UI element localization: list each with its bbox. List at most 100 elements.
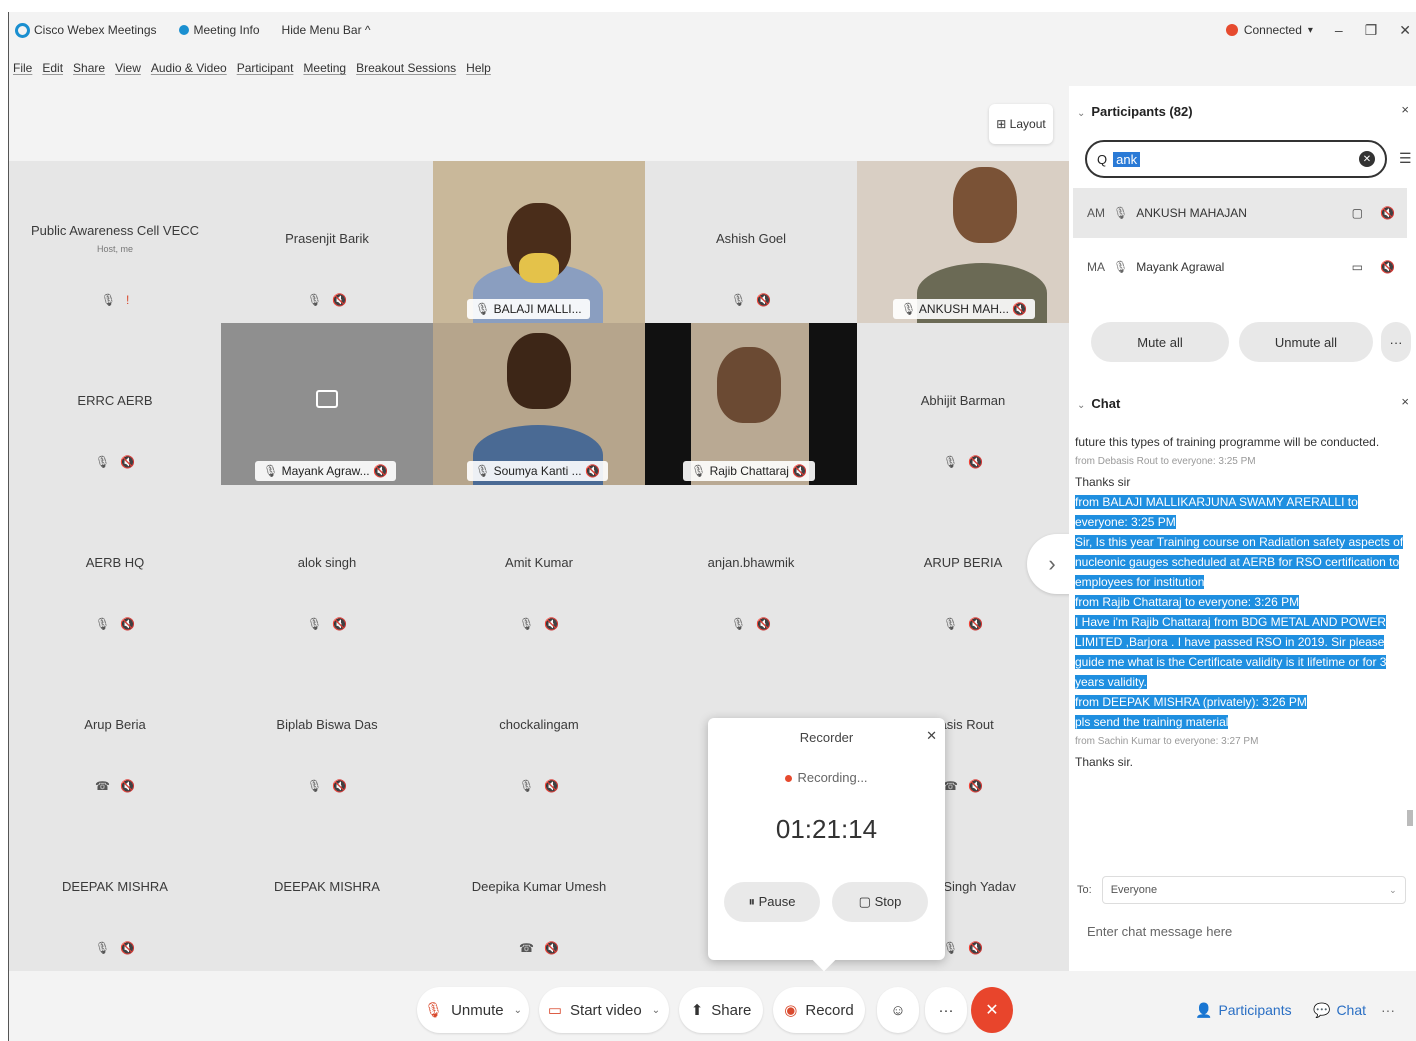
share-button[interactable]: ⬆ Share	[679, 987, 763, 1033]
microphone-icon: 🎙	[730, 293, 747, 307]
microphone-icon: 🎙	[306, 617, 323, 631]
menu-breakout-sessions[interactable]: Breakout Sessions	[356, 61, 456, 75]
muted-icon: 🔇	[756, 617, 772, 631]
stop-recording-button[interactable]: ▢ Stop	[832, 882, 928, 922]
recording-status: Recording...	[708, 770, 945, 785]
participants-panel-button[interactable]: 👤 Participants	[1195, 987, 1292, 1033]
close-window-button[interactable]: ✕	[1399, 22, 1411, 39]
participant-tile[interactable]: alok singh 🎙 🔇	[221, 485, 433, 647]
participant-camera-off-tile[interactable]: 🎙 Mayank Agraw... 🔇	[221, 323, 433, 485]
muted-icon: 🔇	[120, 779, 135, 793]
menu-view[interactable]: View	[115, 61, 141, 75]
participant-tile[interactable]: Prasenjit Barik 🎙 🔇	[221, 161, 433, 323]
unmute-all-button[interactable]: Unmute all	[1239, 322, 1373, 362]
more-options-button[interactable]: ···	[925, 987, 967, 1033]
participant-tile[interactable]: Ashish Goel 🎙 🔇	[645, 161, 857, 323]
participant-video-tile[interactable]: 🎙 Rajib Chattaraj 🔇	[645, 323, 857, 485]
participants-more-button[interactable]: ···	[1381, 322, 1411, 362]
restore-button[interactable]: ❐	[1365, 22, 1378, 39]
muted-icon[interactable]: 🔇	[1380, 206, 1395, 220]
close-icon: ✕	[985, 1002, 999, 1019]
menu-help[interactable]: Help	[466, 61, 491, 75]
participant-name: Deepika Kumar Umesh	[471, 878, 607, 894]
menu-file[interactable]: File	[13, 61, 32, 75]
close-participants-button[interactable]: ×	[1401, 102, 1409, 117]
info-icon	[178, 25, 189, 35]
menu-audio-video[interactable]: Audio & Video	[151, 61, 227, 75]
app-title: Cisco Webex Meetings	[15, 22, 157, 38]
menu-share[interactable]: Share	[73, 61, 105, 75]
hide-menu-bar-label: Hide Menu Bar ^	[281, 23, 371, 37]
recipient-select[interactable]: Everyone ⌄	[1101, 876, 1406, 904]
app-name: Cisco Webex Meetings	[34, 23, 157, 37]
participants-header[interactable]: ⌄ Participants (82)	[1077, 104, 1193, 119]
phone-icon: 🎙	[691, 464, 707, 478]
chevron-down-icon[interactable]: ⌄	[514, 1005, 522, 1016]
meeting-info-button[interactable]: Meeting Info	[178, 23, 260, 37]
microphone-icon: 🎙	[942, 617, 959, 631]
participant-name: Public Awareness Cell VECC	[30, 222, 200, 238]
participant-tile[interactable]: Public Awareness Cell VECC Host, me 🎙!	[9, 161, 221, 323]
connection-status[interactable]: Connected	[1244, 23, 1302, 37]
participant-tile[interactable]: Amit Kumar 🎙 🔇	[433, 485, 645, 647]
participant-tile[interactable]: chockalingam 🎙 🔇	[433, 647, 645, 809]
chat-panel-button[interactable]: 💬 Chat	[1313, 987, 1366, 1033]
chat-scrollbar[interactable]	[1407, 432, 1413, 852]
participant-tile[interactable]: Arup Beria ☎ 🔇	[9, 647, 221, 809]
menu-edit[interactable]: Edit	[42, 61, 63, 75]
recording-dot-icon	[785, 775, 793, 783]
menu-meeting[interactable]: Meeting	[303, 61, 346, 75]
participant-row[interactable]: AM 🎙 ANKUSH MAHAJAN ▢ 🔇	[1073, 188, 1407, 238]
participant-tile[interactable]: Abhijit Barman 🎙 🔇	[857, 323, 1069, 485]
leave-meeting-button[interactable]: ✕	[971, 987, 1013, 1033]
participant-tile[interactable]: DEEPAK MISHRA 🎙 🔇	[9, 809, 221, 971]
chat-header[interactable]: ⌄ Chat	[1077, 396, 1120, 411]
person-icon: 👤	[1195, 1001, 1213, 1018]
video-icon[interactable]: ▭	[1352, 260, 1363, 274]
hide-menu-bar-button[interactable]: Hide Menu Bar ^	[282, 23, 371, 37]
muted-icon[interactable]: 🔇	[1380, 260, 1395, 274]
participant-tile[interactable]: Biplab Biswa Das 🎙 🔇	[221, 647, 433, 809]
participant-name: anjan.bhawmik	[707, 554, 795, 570]
minimize-button[interactable]: –	[1335, 22, 1343, 38]
record-button[interactable]: ◉ Record	[773, 987, 865, 1033]
camera-icon[interactable]: ▢	[1352, 206, 1363, 220]
chevron-down-icon: ⌄	[1077, 108, 1086, 119]
microphone-icon: 🎙	[100, 293, 116, 307]
participant-tile[interactable]: ERRC AERB 🎙 🔇	[9, 323, 221, 485]
reactions-button[interactable]: ☺	[877, 987, 919, 1033]
pause-recording-button[interactable]: ⏸ Pause	[724, 882, 820, 922]
muted-icon: 🔇	[544, 779, 560, 793]
start-video-button[interactable]: ▭ Start video ⌄	[539, 987, 669, 1033]
participant-video-tile[interactable]: 🎙 Soumya Kanti ... 🔇	[433, 323, 645, 485]
menu-participant[interactable]: Participant	[237, 61, 294, 75]
layout-button[interactable]: ⊞ Layout	[989, 104, 1053, 144]
phone-icon: ☎	[95, 779, 110, 793]
muted-icon: 🔇	[332, 779, 348, 793]
participant-search-input[interactable]: Q ank ✕	[1085, 140, 1387, 178]
participant-name: Prasenjit Barik	[285, 230, 369, 246]
sort-icon[interactable]: ☰	[1399, 150, 1412, 167]
unmute-button[interactable]: 🎙 Unmute ⌄	[417, 987, 529, 1033]
participant-tile[interactable]: DEEPAK MISHRA	[221, 809, 433, 971]
participant-video-tile[interactable]: 🎙 BALAJI MALLI...	[433, 161, 645, 323]
chevron-down-icon[interactable]: ▾	[1308, 25, 1313, 36]
participant-name: Arup Beria	[84, 716, 146, 732]
video-name-label: 🎙 Mayank Agraw... 🔇	[255, 461, 396, 481]
scrollbar-thumb[interactable]	[1407, 810, 1413, 826]
participant-tile[interactable]: AERB HQ 🎙 🔇	[9, 485, 221, 647]
panels-more-button[interactable]: ···	[1381, 987, 1395, 1033]
mute-all-button[interactable]: Mute all	[1091, 322, 1229, 362]
recorder-close-button[interactable]: ✕	[926, 728, 937, 744]
participant-video-tile[interactable]: 🎙 ANKUSH MAH... 🔇	[857, 161, 1069, 323]
chevron-down-icon[interactable]: ⌄	[652, 1005, 660, 1016]
chat-message-input[interactable]: Enter chat message here	[1087, 924, 1232, 939]
close-chat-button[interactable]: ×	[1401, 394, 1409, 409]
participant-tile[interactable]: Deepika Kumar Umesh ☎ 🔇	[433, 809, 645, 971]
clear-search-button[interactable]: ✕	[1359, 151, 1375, 167]
participant-row[interactable]: MA 🎙 Mayank Agrawal ▭ 🔇	[1073, 242, 1407, 292]
participant-tile[interactable]: anjan.bhawmik 🎙 🔇	[645, 485, 857, 647]
camera-off-icon	[316, 390, 338, 408]
share-icon: ⬆	[690, 1002, 704, 1019]
muted-icon: 🔇	[544, 941, 559, 955]
